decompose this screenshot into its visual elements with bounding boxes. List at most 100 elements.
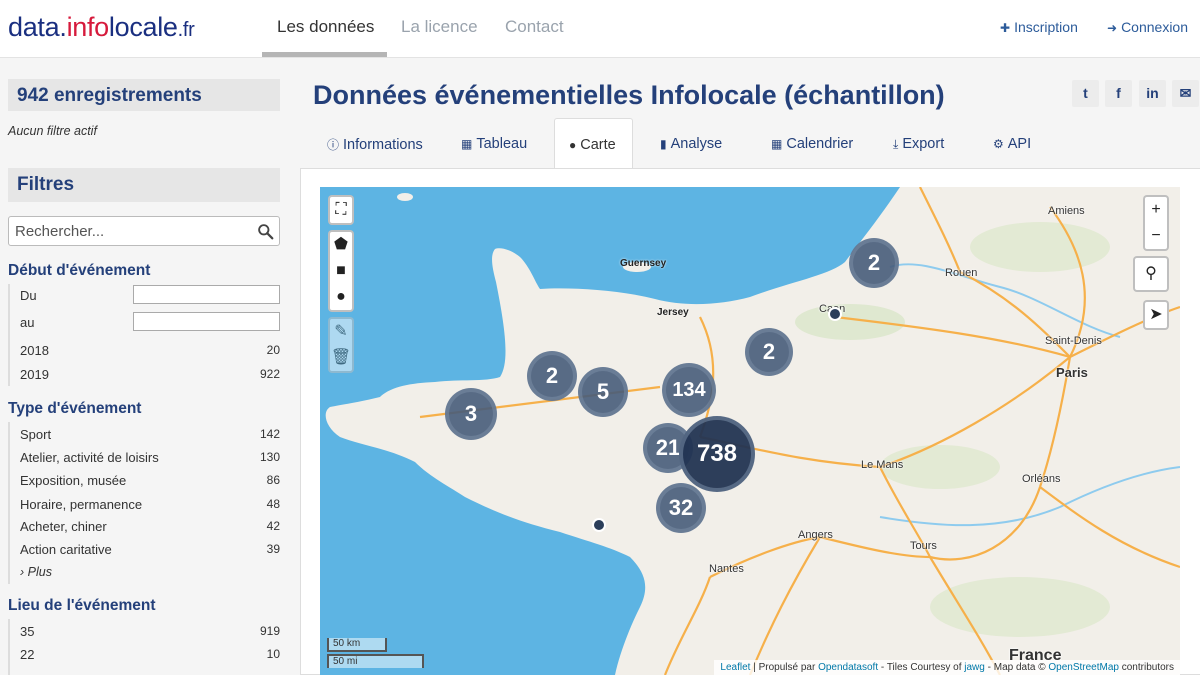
map-cluster[interactable]: 5 bbox=[578, 367, 628, 417]
map-cluster[interactable]: 2 bbox=[527, 351, 577, 401]
linkedin-icon[interactable]: in bbox=[1139, 80, 1166, 107]
tab-informations[interactable]: ⓘ Informations bbox=[327, 118, 423, 168]
map-search-button[interactable]: ⚲ bbox=[1133, 256, 1169, 292]
map-label-amiens: Amiens bbox=[1048, 205, 1085, 217]
email-icon[interactable]: ✉ bbox=[1172, 80, 1199, 107]
zoom-in-button[interactable]: + bbox=[1145, 197, 1167, 223]
site-logo[interactable]: data.infolocale.fr bbox=[8, 12, 195, 43]
map-label-rouen: Rouen bbox=[945, 267, 978, 279]
filter-event-type-title: Type d'événement bbox=[8, 400, 142, 417]
filter-divider bbox=[8, 284, 10, 386]
map-marker[interactable] bbox=[592, 518, 606, 532]
active-nav-indicator bbox=[262, 52, 387, 57]
tab-carte[interactable]: ● Carte bbox=[554, 118, 633, 168]
map-cluster[interactable]: 2 bbox=[745, 328, 793, 376]
map-marker[interactable] bbox=[828, 307, 842, 321]
info-icon: ⓘ bbox=[327, 138, 340, 152]
search-icon[interactable] bbox=[257, 223, 274, 240]
map-cluster[interactable]: 32 bbox=[656, 483, 706, 533]
map-cluster[interactable]: 738 bbox=[679, 416, 755, 492]
locate-button[interactable]: ➤ bbox=[1143, 300, 1169, 330]
date-from-input[interactable] bbox=[133, 285, 280, 304]
filter-event-place-title: Lieu de l'événement bbox=[8, 597, 156, 614]
nav-les-donnees[interactable]: Les données bbox=[277, 17, 374, 37]
filter-item-2018[interactable]: 2018 20 bbox=[20, 343, 280, 358]
filter-start-event-title: Début d'événement bbox=[8, 262, 151, 279]
download-icon: ⤓ bbox=[893, 137, 899, 151]
draw-circle-icon[interactable]: ● bbox=[330, 284, 352, 310]
sign-in-icon: ➜ bbox=[1107, 21, 1118, 35]
map-label-angers: Angers bbox=[798, 529, 833, 541]
map-label-tours: Tours bbox=[910, 540, 937, 552]
tab-tableau[interactable]: ▦ Tableau bbox=[461, 118, 527, 168]
map-view[interactable]: Guernsey Jersey Amiens Rouen Caen Saint-… bbox=[320, 187, 1180, 675]
filter-item-35[interactable]: 35 919 bbox=[20, 624, 280, 639]
filter-more-link[interactable]: › Plus bbox=[20, 565, 52, 579]
scale-km: 50 km bbox=[327, 638, 387, 652]
jawg-link[interactable]: jawg bbox=[964, 662, 985, 673]
filter-item-acheter[interactable]: Acheter, chiner 42 bbox=[20, 519, 280, 534]
filter-divider bbox=[8, 422, 10, 584]
date-to-input[interactable] bbox=[133, 312, 280, 331]
globe-icon: ● bbox=[569, 138, 577, 152]
page-title: Données événementielles Infolocale (écha… bbox=[313, 80, 945, 110]
fullscreen-icon: ⛶ bbox=[335, 201, 347, 218]
draw-polygon-icon[interactable]: ⬟ bbox=[330, 232, 352, 258]
bar-chart-icon: ▮ bbox=[660, 137, 667, 151]
map-tiles bbox=[325, 187, 1180, 675]
location-arrow-icon: ➤ bbox=[1149, 306, 1163, 323]
filter-item-22[interactable]: 22 10 bbox=[20, 647, 280, 662]
search-icon: ⚲ bbox=[1145, 265, 1157, 282]
zoom-control: + − bbox=[1143, 195, 1169, 251]
no-filter-text: Aucun filtre actif bbox=[8, 124, 97, 138]
fullscreen-button[interactable]: ⛶ bbox=[328, 195, 354, 225]
table-icon: ▦ bbox=[461, 137, 473, 151]
filter-item-sport[interactable]: Sport 142 bbox=[20, 427, 280, 442]
map-cluster[interactable]: 134 bbox=[662, 363, 716, 417]
nav-la-licence[interactable]: La licence bbox=[401, 17, 478, 37]
map-attribution: Leaflet | Propulsé par Opendatasoft - Ti… bbox=[714, 660, 1180, 675]
map-cluster[interactable]: 2 bbox=[849, 238, 899, 288]
filter-item-2019[interactable]: 2019 922 bbox=[20, 367, 280, 382]
map-label-guernsey: Guernsey bbox=[620, 258, 667, 269]
tab-export[interactable]: ⤓ Export bbox=[893, 118, 944, 168]
filters-title: Filtres bbox=[8, 168, 280, 202]
twitter-icon[interactable]: t bbox=[1072, 80, 1099, 107]
filter-divider bbox=[8, 619, 10, 675]
map-label-saint-denis: Saint-Denis bbox=[1045, 335, 1102, 347]
map-label-nantes: Nantes bbox=[709, 563, 744, 575]
leaflet-link[interactable]: Leaflet bbox=[720, 662, 750, 673]
filter-item-horaire[interactable]: Horaire, permanence 48 bbox=[20, 497, 280, 512]
draw-toolbar: ⬟ ■ ● bbox=[328, 230, 354, 312]
search-input[interactable]: Rechercher... bbox=[8, 216, 280, 246]
map-label-jersey: Jersey bbox=[657, 307, 689, 318]
zoom-out-button[interactable]: − bbox=[1145, 223, 1167, 249]
login-link[interactable]: ➜ Connexion bbox=[1107, 19, 1188, 35]
tab-calendrier[interactable]: ▦ Calendrier bbox=[771, 118, 853, 168]
map-label-paris: Paris bbox=[1056, 365, 1088, 380]
gears-icon: ⚙ bbox=[993, 137, 1004, 151]
filter-item-exposition[interactable]: Exposition, musée 86 bbox=[20, 473, 280, 488]
draw-rectangle-icon[interactable]: ■ bbox=[330, 258, 352, 284]
edit-toolbar: ✎ 🗑 bbox=[328, 317, 354, 373]
filter-item-atelier[interactable]: Atelier, activité de loisirs 130 bbox=[20, 450, 280, 465]
user-plus-icon: ✚ bbox=[1000, 21, 1011, 35]
tab-analyse[interactable]: ▮ Analyse bbox=[660, 118, 722, 168]
signup-link[interactable]: ✚ Inscription bbox=[1000, 19, 1078, 35]
filter-item-caritative[interactable]: Action caritative 39 bbox=[20, 542, 280, 557]
map-label-le-mans: Le Mans bbox=[861, 459, 904, 471]
scale-mi: 50 mi bbox=[327, 654, 424, 668]
nav-contact[interactable]: Contact bbox=[505, 17, 564, 37]
openstreetmap-link[interactable]: OpenStreetMap bbox=[1048, 662, 1119, 673]
facebook-icon[interactable]: f bbox=[1105, 80, 1132, 107]
map-cluster[interactable]: 3 bbox=[445, 388, 497, 440]
opendatasoft-link[interactable]: Opendatasoft bbox=[818, 662, 878, 673]
calendar-icon: ▦ bbox=[771, 137, 783, 151]
map-label-orleans: Orléans bbox=[1022, 473, 1061, 485]
record-count: 942 enregistrements bbox=[8, 79, 280, 111]
top-navbar: data.infolocale.fr Les données La licenc… bbox=[0, 0, 1200, 58]
dataset-tabs: ⓘ Informations ▦ Tableau ● Carte ▮ Analyse ▦… bbox=[300, 118, 1200, 168]
delete-icon[interactable]: 🗑 bbox=[330, 345, 352, 371]
edit-icon[interactable]: ✎ bbox=[330, 319, 352, 345]
tab-api[interactable]: ⚙ API bbox=[993, 118, 1031, 168]
